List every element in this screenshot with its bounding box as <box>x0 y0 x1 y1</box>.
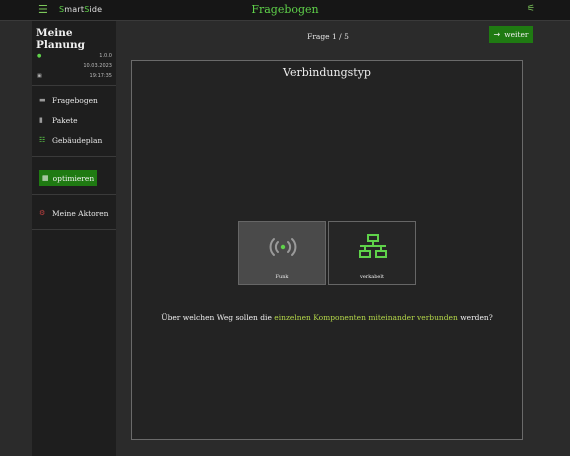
version-row: ● 1.0.0 <box>32 51 116 61</box>
question-text: Über welchen Weg sollen die einzelnen Ko… <box>161 313 493 322</box>
package-icon: ▮ <box>39 116 43 124</box>
optimize-label: optimieren <box>52 173 95 183</box>
option-funk[interactable]: Funk <box>238 221 326 285</box>
option-label: Funk <box>275 274 289 280</box>
floorplan-icon: ☷ <box>39 136 46 144</box>
option-verkabelt[interactable]: verkabelt <box>328 221 416 285</box>
next-button[interactable]: → weiter <box>489 26 533 43</box>
top-bar: ☰ SmartSide Fragebogen ⚟ <box>0 0 570 21</box>
sidebar-nav: ▬ Fragebogen ▮ Pakete ☷ Gebäudeplan <box>32 86 116 157</box>
question-counter: Frage 1 / 5 <box>307 32 349 41</box>
sliders-icon[interactable]: ⚟ <box>527 4 535 14</box>
question-highlight: einzelnen Komponenten miteinander verbun… <box>274 313 458 322</box>
sidebar-item-aktoren[interactable]: ⚙ Meine Aktoren <box>32 203 116 223</box>
plan-title: Meine Planung <box>36 27 85 51</box>
time-row: ▣ 19:17:35 <box>32 71 116 81</box>
optimize-section: ▦ optimieren <box>32 157 116 195</box>
date: 10.03.2023 <box>83 63 112 69</box>
time: 19:17:35 <box>89 73 112 79</box>
optimize-button[interactable]: ▦ optimieren <box>39 170 98 186</box>
sidebar-item-gebaeudeplan[interactable]: ☷ Gebäudeplan <box>32 130 116 150</box>
sidebar-item-fragebogen[interactable]: ▬ Fragebogen <box>32 90 116 110</box>
option-label: verkabelt <box>360 274 384 280</box>
plan-info: Meine Planung ● 1.0.0 10.03.2023 ▣ 19:17… <box>32 21 116 86</box>
sidebar-item-pakete[interactable]: ▮ Pakete <box>32 110 116 130</box>
wired-network-icon <box>359 234 387 258</box>
arrow-right-icon: → <box>493 30 501 39</box>
questionnaire-icon: ▬ <box>39 96 46 104</box>
tag-icon: ● <box>37 53 42 59</box>
sidebar-item-label: Fragebogen <box>52 95 98 105</box>
actors-section: ⚙ Meine Aktoren <box>32 195 116 230</box>
sidebar-item-label: Meine Aktoren <box>52 208 109 218</box>
calculator-icon: ▦ <box>42 174 49 182</box>
sidebar-item-label: Gebäudeplan <box>52 135 103 145</box>
actors-icon: ⚙ <box>39 209 46 217</box>
question-title: Verbindungstyp <box>283 66 371 79</box>
question-card: Verbindungstyp Funk verkabelt Über welch… <box>131 60 523 440</box>
save-icon: ▣ <box>37 73 42 79</box>
sidebar-item-label: Pakete <box>52 115 78 125</box>
page-title: Fragebogen <box>251 3 319 16</box>
version: 1.0.0 <box>99 53 112 59</box>
next-label: weiter <box>504 30 529 39</box>
wireless-signal-icon <box>269 238 297 256</box>
sidebar: Meine Planung ● 1.0.0 10.03.2023 ▣ 19:17… <box>32 21 116 456</box>
date-row: 10.03.2023 <box>32 61 116 71</box>
